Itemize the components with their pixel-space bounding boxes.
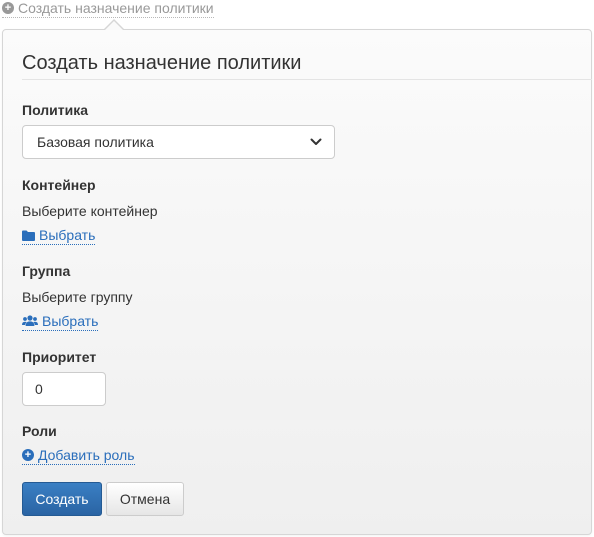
policy-select[interactable]: Базовая политика [22, 125, 335, 159]
create-policy-assignment-link[interactable]: + Создать назначение политики [2, 0, 214, 18]
select-group-link[interactable]: Выбрать [22, 313, 99, 331]
plus-circle-icon: + [22, 449, 34, 461]
popover-arrow-inner [105, 21, 123, 30]
select-container-link[interactable]: Выбрать [22, 227, 96, 245]
chevron-down-icon [310, 136, 322, 148]
policy-label: Политика [22, 102, 89, 118]
add-role-icon-wrap: + [22, 449, 34, 461]
title-divider [22, 79, 592, 80]
priority-input[interactable]: 0 [22, 372, 106, 406]
priority-input-value: 0 [35, 381, 43, 397]
cancel-button[interactable]: Отмена [106, 482, 184, 516]
policy-select-value: Базовая политика [37, 134, 154, 150]
folder-icon [22, 230, 35, 241]
container-label: Контейнер [22, 177, 96, 193]
select-group-link-label: Выбрать [42, 313, 99, 329]
add-role-link-label: Добавить роль [38, 447, 135, 463]
select-container-link-label: Выбрать [39, 227, 96, 243]
create-policy-assignment-panel: Создать назначение политики Политика Баз… [2, 29, 592, 535]
users-icon [22, 315, 38, 327]
group-label: Группа [22, 263, 71, 279]
plus-circle-icon: + [2, 2, 14, 14]
create-button[interactable]: Создать [22, 482, 102, 516]
roles-label: Роли [22, 423, 57, 439]
panel-title: Создать назначение политики [22, 52, 302, 74]
container-value: Выберите контейнер [22, 203, 158, 219]
add-role-link[interactable]: + Добавить роль [22, 447, 135, 465]
create-policy-assignment-link-label: Создать назначение политики [18, 0, 214, 16]
group-value: Выберите группу [22, 289, 133, 305]
priority-label: Приоритет [22, 349, 97, 365]
